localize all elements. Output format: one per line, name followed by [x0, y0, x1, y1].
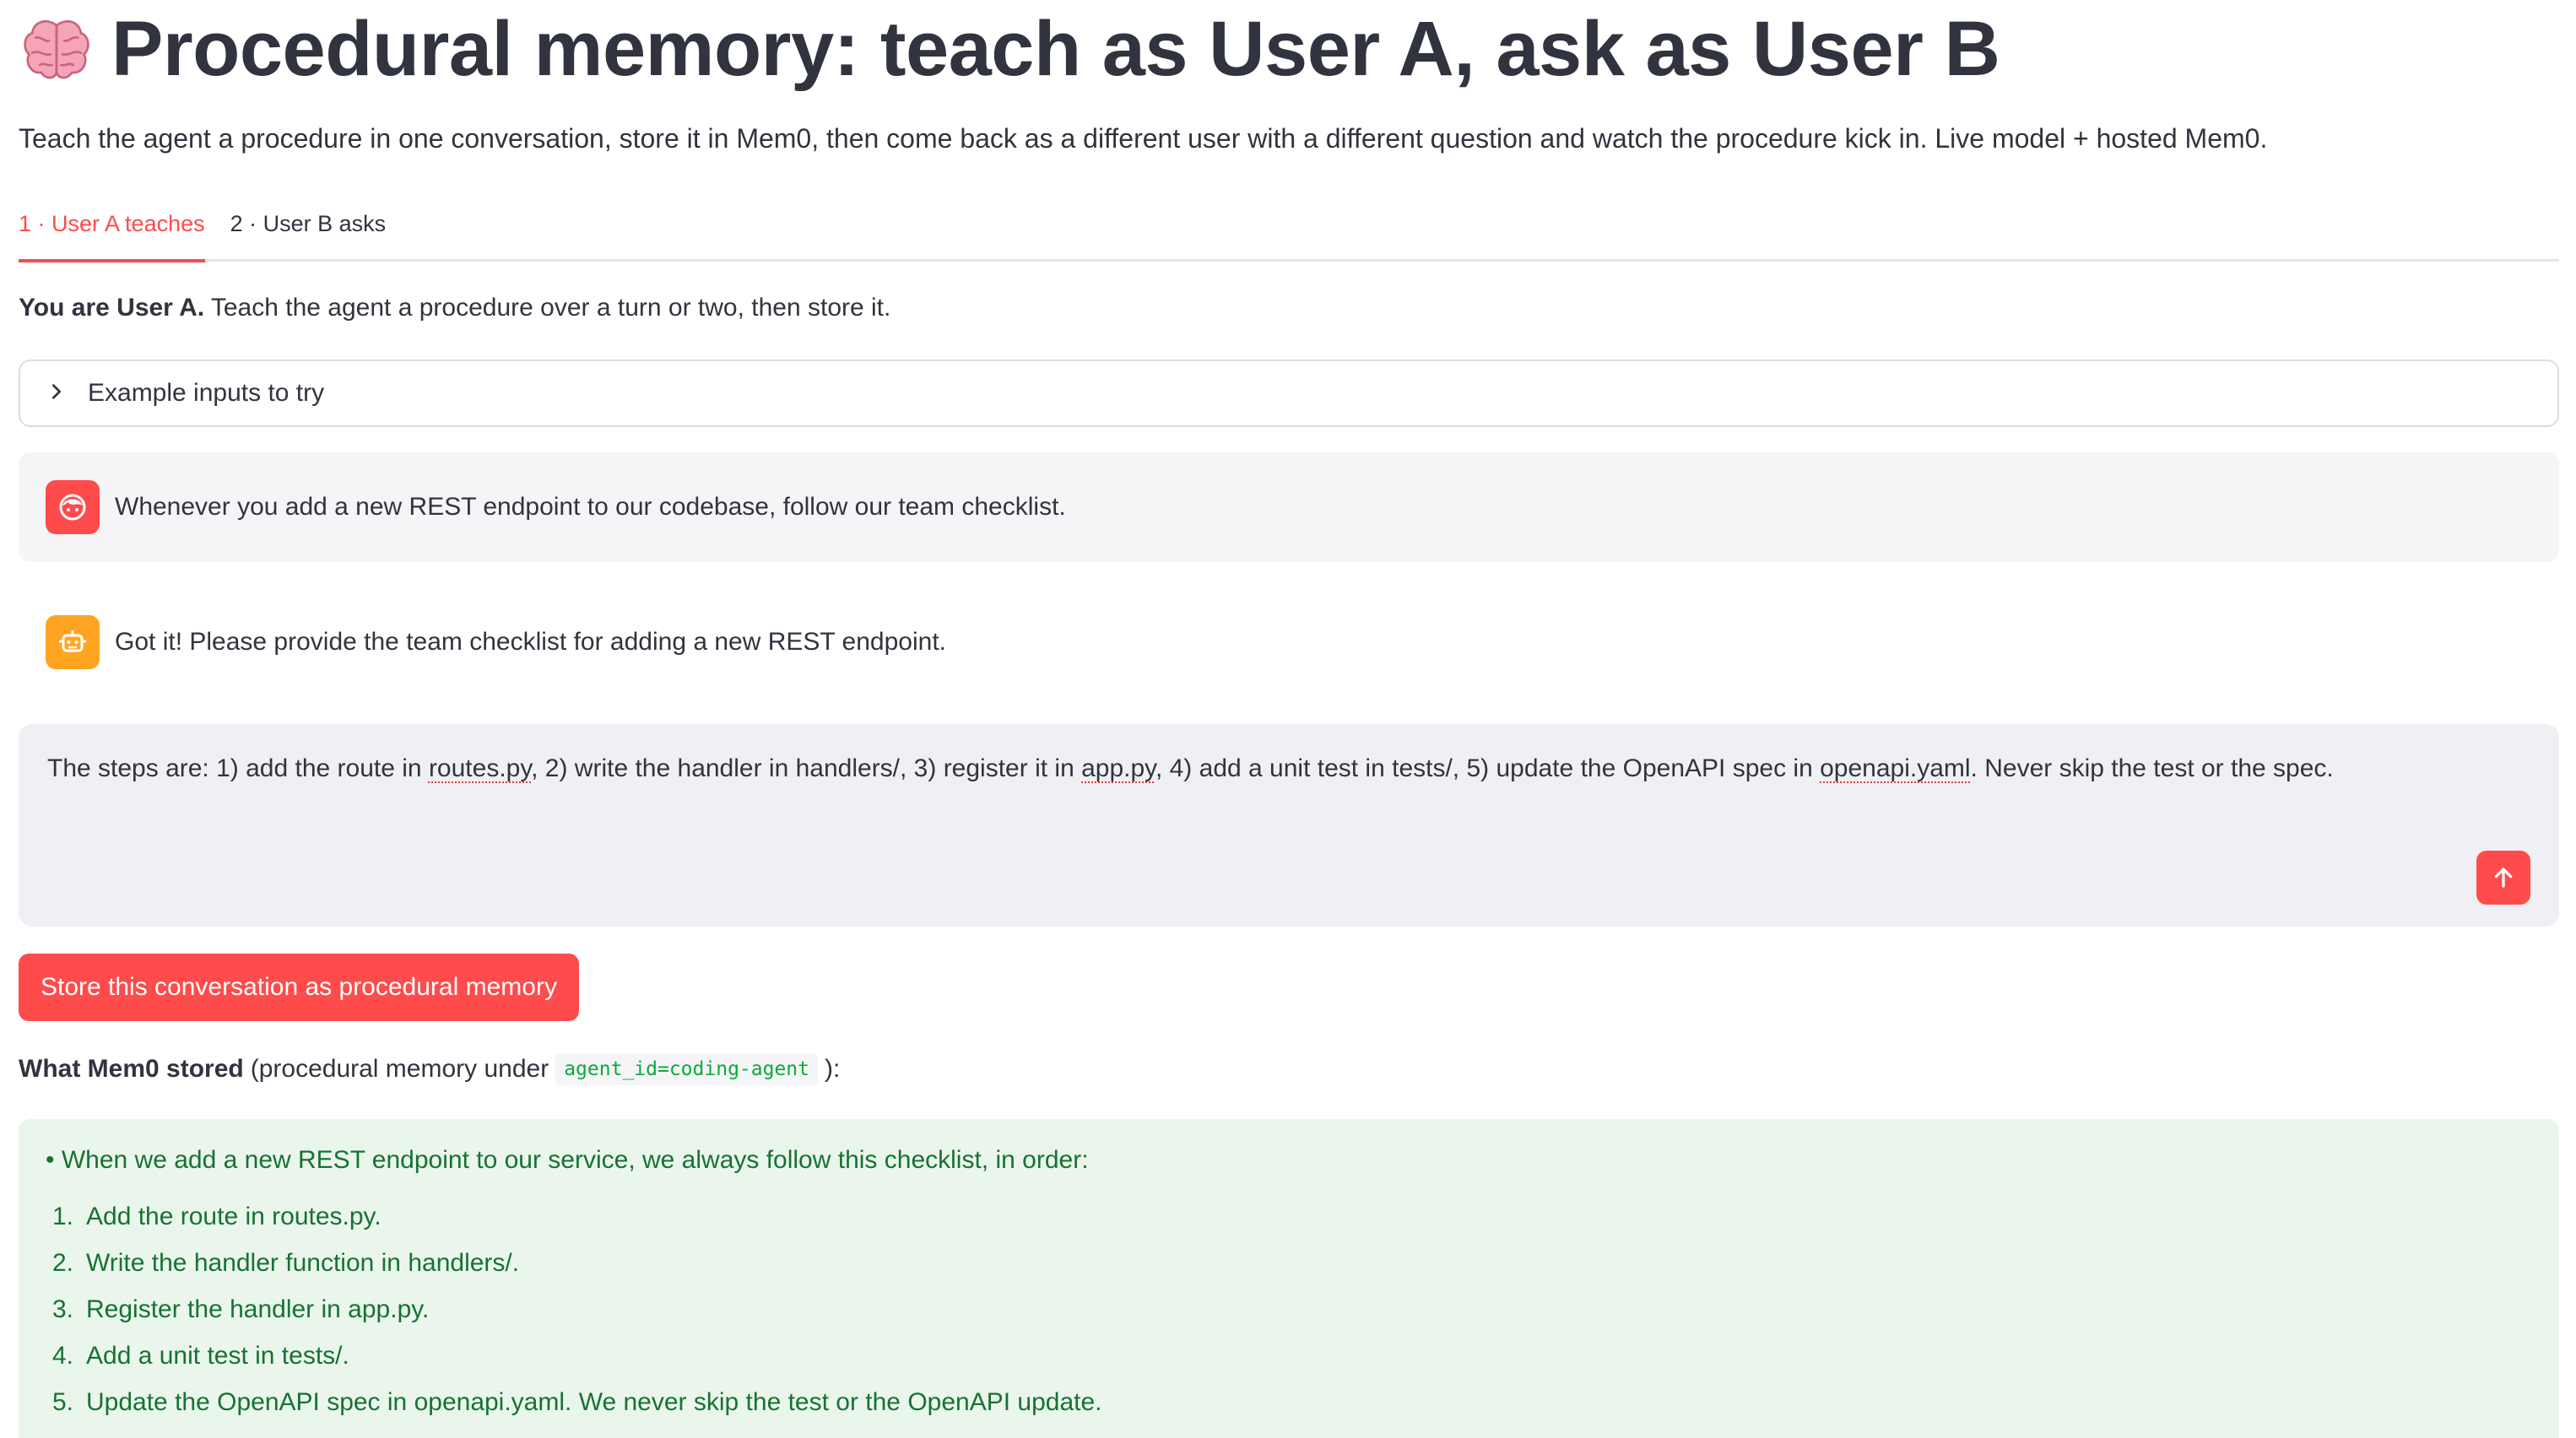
expander-label: Example inputs to try	[88, 379, 325, 407]
page-subtitle: Teach the agent a procedure in one conve…	[19, 123, 2268, 154]
chat-input-part: , 4) add a unit test in tests/, 5) updat…	[1155, 754, 1821, 782]
assistant-message: Got it! Please provide the team checklis…	[19, 591, 2559, 694]
list-item: 1. Add the route in routes.py.	[52, 1193, 2532, 1240]
stored-pre: (procedural memory under	[250, 1055, 549, 1083]
list-item-number: 3.	[52, 1295, 74, 1323]
message-text: Whenever you add a new REST endpoint to …	[115, 493, 1066, 521]
list-item-text: Add the route in routes.py.	[86, 1203, 382, 1230]
robot-avatar-icon	[46, 615, 100, 669]
chat-input-part: app.py	[1081, 754, 1155, 782]
chat-input-part: routes.py	[428, 754, 532, 782]
intro-bold: You are User A.	[19, 294, 205, 322]
list-item-text: Register the handler in app.py.	[86, 1295, 430, 1323]
list-item-text: Write the handler function in handlers/.	[86, 1249, 520, 1277]
send-button[interactable]	[2476, 851, 2530, 905]
chat-input-part: The steps are: 1) add the route in	[47, 754, 429, 782]
list-item: 2. Write the handler function in handlers…	[52, 1240, 2532, 1286]
stored-post: ):	[825, 1055, 841, 1083]
list-item-number: 5.	[52, 1388, 74, 1416]
tab-user-b-asks[interactable]: 2 · User B asks	[230, 201, 387, 262]
tab-user-a-teaches[interactable]: 1 · User A teaches	[19, 201, 205, 262]
list-item-number: 4.	[52, 1342, 74, 1370]
page-title: Procedural memory: teach as User A, ask …	[19, 5, 2000, 94]
example-inputs-expander[interactable]: Example inputs to try	[19, 360, 2559, 427]
user-avatar-icon	[46, 480, 100, 534]
tab-bar: 1 · User A teaches 2 · User B asks	[19, 201, 2559, 262]
list-item: 5. Update the OpenAPI spec in openapi.yam…	[52, 1379, 2532, 1425]
app-page: Procedural memory: teach as User A, ask …	[0, 0, 2576, 1438]
message-text: Got it! Please provide the team checklis…	[115, 628, 946, 656]
chat-input[interactable]: The steps are: 1) add the route in route…	[19, 724, 2559, 927]
stored-bold: What Mem0 stored	[19, 1055, 244, 1083]
memory-checklist: 1. Add the route in routes.py. 2. Write th…	[46, 1193, 2532, 1425]
user-message: Whenever you add a new REST endpoint to …	[19, 452, 2559, 562]
arrow-up-icon	[2494, 868, 2513, 888]
chat-input-part: . Never skip the test or the spec.	[1970, 754, 2334, 782]
stored-caption: What Mem0 stored (procedural memory unde…	[19, 1053, 840, 1085]
chevron-right-icon	[47, 379, 66, 408]
list-item-number: 1.	[52, 1203, 74, 1230]
stored-memory-box: • When we add a new REST endpoint to our…	[19, 1119, 2559, 1438]
list-item-text: Add a unit test in tests/.	[86, 1342, 349, 1370]
chat-input-part: , 2) write the handler in handlers/, 3) …	[531, 754, 1082, 782]
chat-input-text[interactable]: The steps are: 1) add the route in route…	[47, 754, 2530, 783]
page-title-text: Procedural memory: teach as User A, ask …	[111, 6, 2000, 92]
list-item: 4. Add a unit test in tests/.	[52, 1333, 2532, 1379]
chat-input-part: openapi.yaml	[1820, 754, 1971, 782]
intro-text: You are User A. Teach the agent a proced…	[19, 294, 890, 322]
memory-lead: • When we add a new REST endpoint to our…	[46, 1146, 1089, 1174]
intro-rest: Teach the agent a procedure over a turn …	[204, 294, 891, 322]
store-memory-button[interactable]: Store this conversation as procedural me…	[19, 954, 579, 1021]
brain-icon	[19, 12, 95, 88]
list-item-text: Update the OpenAPI spec in openapi.yaml.…	[86, 1388, 1102, 1416]
list-item-number: 2.	[52, 1249, 74, 1277]
list-item: 3. Register the handler in app.py.	[52, 1286, 2532, 1333]
agent-id-code: agent_id=coding-agent	[555, 1053, 818, 1085]
